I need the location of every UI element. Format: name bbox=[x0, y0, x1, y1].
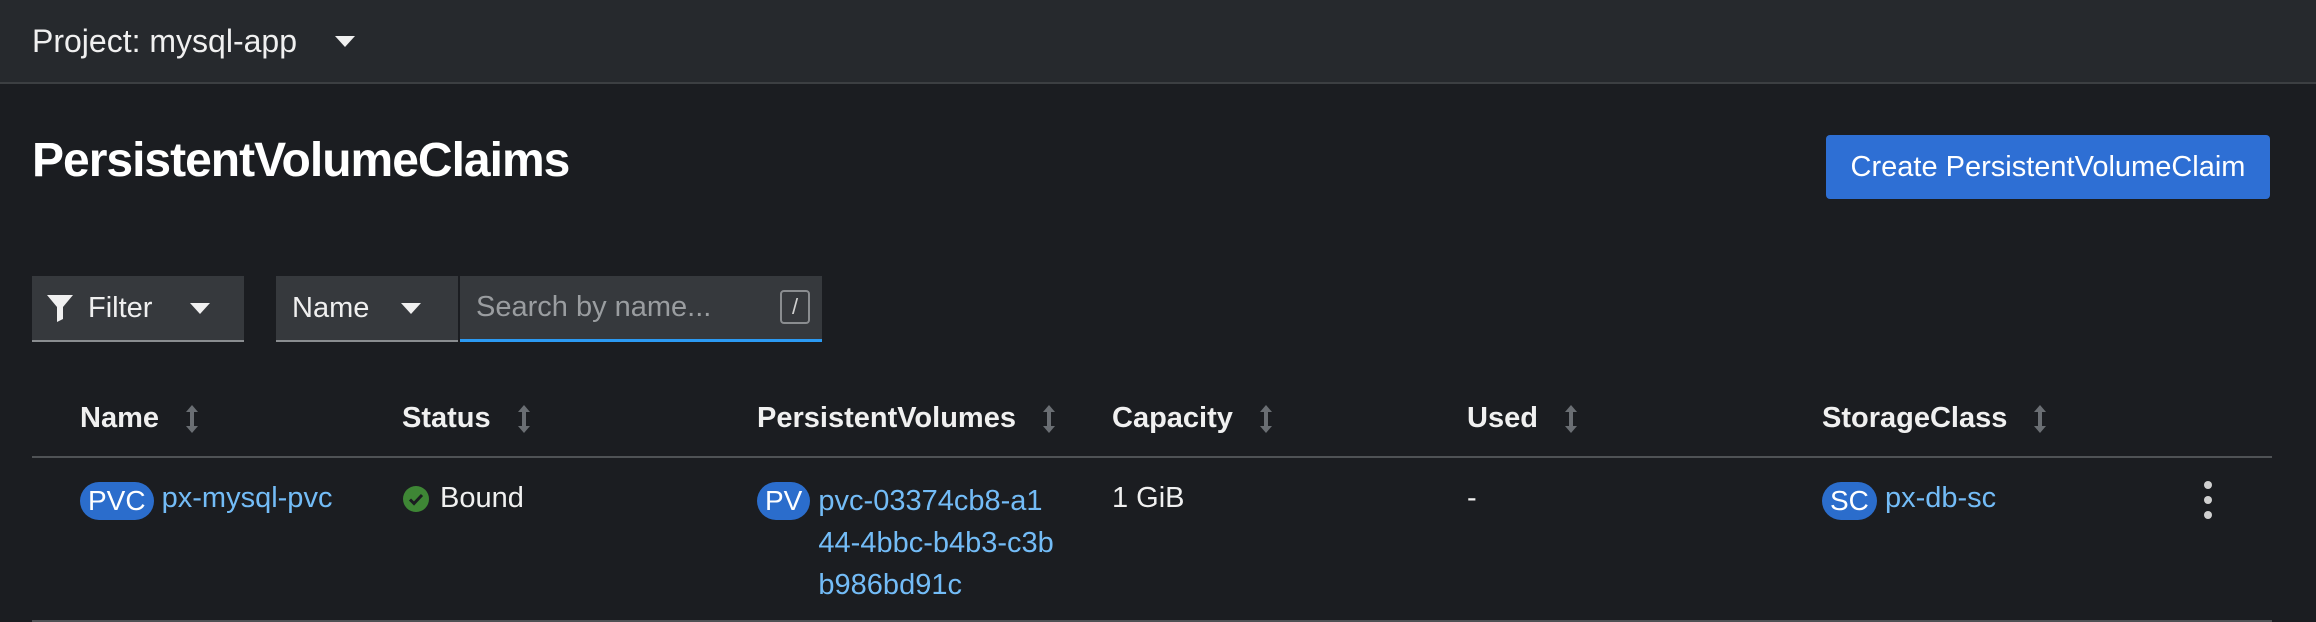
sort-icon bbox=[517, 404, 530, 433]
create-pvc-button[interactable]: Create PersistentVolumeClaim bbox=[1826, 135, 2270, 199]
pvc-name-link[interactable]: px-mysql-pvc bbox=[162, 482, 333, 514]
column-header-name[interactable]: Name bbox=[80, 402, 199, 435]
filter-toolbar: Filter Name / bbox=[32, 276, 822, 342]
column-label: Used bbox=[1467, 402, 1538, 434]
column-header-used[interactable]: Used bbox=[1467, 402, 1578, 435]
column-header-storage-class[interactable]: StorageClass bbox=[1822, 402, 2047, 435]
storage-class-cell: SC px-db-sc bbox=[1822, 482, 1996, 520]
persistent-volume-cell: PV pvc-03374cb8-a144-4bbc-b4b3-c3bb986bd… bbox=[757, 482, 1058, 606]
column-header-capacity[interactable]: Capacity bbox=[1112, 402, 1273, 435]
sort-icon bbox=[1259, 404, 1272, 433]
attribute-select-label: Name bbox=[292, 291, 370, 324]
caret-down-icon bbox=[401, 302, 422, 314]
table-header: Name Status PersistentVolumes Capacity U… bbox=[32, 380, 2272, 458]
project-label: Project: mysql-app bbox=[32, 22, 297, 59]
attribute-select[interactable]: Name bbox=[276, 276, 458, 342]
caret-down-icon bbox=[190, 302, 211, 314]
check-circle-icon bbox=[403, 485, 429, 512]
pvc-badge: PVC bbox=[80, 482, 154, 520]
filter-icon bbox=[47, 295, 73, 322]
kebab-menu-icon[interactable] bbox=[2198, 478, 2218, 522]
column-label: Name bbox=[80, 402, 159, 434]
column-label: PersistentVolumes bbox=[757, 402, 1016, 434]
capacity-cell: 1 GiB bbox=[1112, 482, 1185, 514]
filter-dropdown[interactable]: Filter bbox=[32, 276, 244, 342]
column-label: StorageClass bbox=[1822, 402, 2008, 434]
keyboard-shortcut-hint: / bbox=[780, 290, 810, 324]
caret-down-icon bbox=[334, 35, 355, 47]
sort-icon bbox=[1564, 404, 1577, 433]
storage-class-link[interactable]: px-db-sc bbox=[1885, 482, 1996, 514]
name-cell: PVC px-mysql-pvc bbox=[80, 482, 332, 520]
column-header-status[interactable]: Status bbox=[402, 402, 531, 435]
status-cell: Bound bbox=[402, 482, 524, 515]
sort-icon bbox=[186, 404, 198, 433]
sort-icon bbox=[1042, 404, 1055, 433]
column-label: Capacity bbox=[1112, 402, 1233, 434]
table-row: PVC px-mysql-pvc Bound PV pvc-03374cb8-a… bbox=[32, 458, 2272, 622]
status-text: Bound bbox=[440, 482, 524, 514]
project-bar: Project: mysql-app bbox=[0, 0, 2316, 84]
used-cell: - bbox=[1467, 482, 1477, 514]
search-input[interactable] bbox=[460, 276, 778, 339]
column-header-persistent-volumes[interactable]: PersistentVolumes bbox=[757, 402, 1056, 435]
persistent-volume-link[interactable]: pvc-03374cb8-a144-4bbc-b4b3-c3bb986bd91c bbox=[818, 480, 1058, 606]
column-label: Status bbox=[402, 402, 491, 434]
sort-icon bbox=[2034, 404, 2047, 433]
pv-badge: PV bbox=[757, 482, 811, 520]
search-box: / bbox=[460, 276, 822, 342]
page-title: PersistentVolumeClaims bbox=[32, 134, 570, 187]
project-selector[interactable]: Project: mysql-app bbox=[32, 23, 355, 60]
filter-label: Filter bbox=[88, 291, 153, 324]
pvc-table: Name Status PersistentVolumes Capacity U… bbox=[32, 380, 2272, 622]
sc-badge: SC bbox=[1822, 482, 1877, 520]
